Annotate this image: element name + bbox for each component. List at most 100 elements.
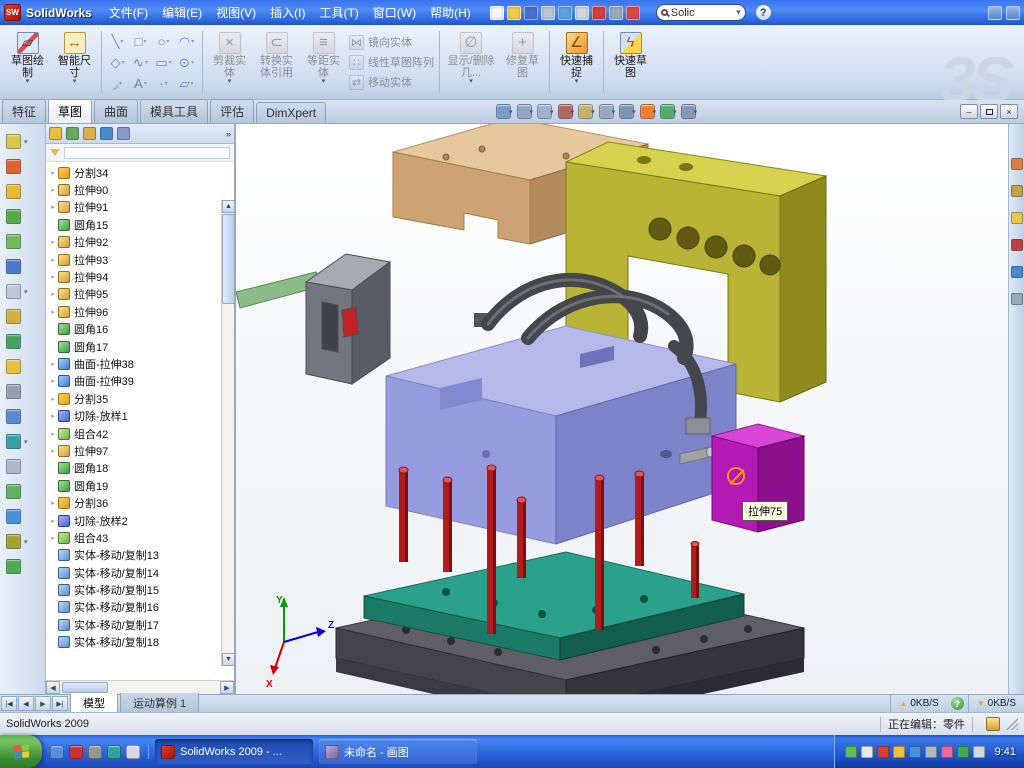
expand-arrow-icon[interactable]: ▸ [48, 534, 58, 542]
slot-icon[interactable]: ▭▾ [152, 52, 175, 73]
configurationmanager-tab-icon[interactable] [83, 127, 96, 140]
restore-icon[interactable] [980, 104, 998, 119]
line-icon[interactable]: ╲▾ [106, 31, 129, 52]
expand-arrow-icon[interactable]: ▸ [48, 273, 58, 281]
tree-item[interactable]: ▸ 拉伸90 [48, 181, 220, 198]
first-tab-icon[interactable]: |◀ [1, 696, 17, 711]
left-toolbar-icon-1[interactable]: ▾ [0, 129, 45, 154]
tree-item[interactable]: ▸ 圆角17 [48, 338, 220, 355]
search-icon[interactable] [1011, 239, 1023, 251]
rebuild-icon[interactable] [592, 6, 606, 20]
scroll-down-icon[interactable]: ▼ [222, 653, 234, 666]
expand-arrow-icon[interactable]: ▸ [48, 412, 58, 420]
left-toolbar-icon-7[interactable]: ▾ [0, 279, 45, 304]
menu-item[interactable]: 文件(F) [102, 1, 155, 24]
expand-arrow-icon[interactable]: ▸ [48, 360, 58, 368]
left-toolbar-icon-8[interactable]: ▾ [0, 304, 45, 329]
tree-item[interactable]: ▸ 实体-移动/复制17 [48, 616, 220, 633]
featuremanager-tab-icon[interactable] [49, 127, 62, 140]
tree-horizontal-scrollbar[interactable]: ◀ ▶ [46, 680, 234, 694]
tree-item[interactable]: ▸ 圆角16 [48, 321, 220, 338]
file-explorer-icon[interactable] [1011, 212, 1023, 224]
repair-sketch-button[interactable]: + 修复草图 [499, 29, 546, 82]
left-toolbar-icon-4[interactable]: ▾ [0, 204, 45, 229]
tree-item[interactable]: ▸ 曲面-拉伸39 [48, 373, 220, 390]
home-icon[interactable] [1011, 158, 1023, 170]
tree-item[interactable]: ▸ 拉伸94 [48, 268, 220, 285]
expand-arrow-icon[interactable]: ▸ [48, 377, 58, 385]
tab-mold-tools[interactable]: 模具工具 [140, 99, 208, 123]
tray-icon-8[interactable] [957, 746, 969, 758]
text-icon[interactable]: A▾ [129, 73, 152, 94]
convert-entities-button[interactable]: ⊂ 转换实体引用 [253, 29, 300, 82]
menu-item[interactable]: 插入(I) [263, 1, 312, 24]
left-toolbar-icon-5[interactable]: ▾ [0, 229, 45, 254]
expand-arrow-icon[interactable]: ▸ [48, 238, 58, 246]
open-icon[interactable] [507, 6, 521, 20]
expand-arrow-icon[interactable]: ▸ [48, 203, 58, 211]
spline-icon[interactable]: ∿▾ [129, 52, 152, 73]
quick-launch-icon-1[interactable] [50, 745, 64, 759]
expand-arrow-icon[interactable]: ▸ [48, 308, 58, 316]
zoom-area-icon[interactable]: ▾ [517, 104, 534, 119]
left-toolbar-icon-11[interactable]: ▾ [0, 379, 45, 404]
tree-item[interactable]: ▸ 拉伸93 [48, 251, 220, 268]
tab-sketch[interactable]: 草图 [48, 99, 92, 123]
left-toolbar-icon-12[interactable]: ▾ [0, 404, 45, 429]
filter-input[interactable] [64, 147, 230, 159]
linear-sketch-pattern-button[interactable]: ∷ 线性草图阵列 [349, 52, 434, 72]
section-view-icon[interactable]: ▾ [558, 104, 575, 119]
undo-icon[interactable] [558, 6, 572, 20]
graphics-viewport[interactable]: Y Z X 拉伸75 [236, 124, 1008, 694]
clamp-part[interactable] [306, 254, 390, 384]
offset-entities-button[interactable]: ≡ 等距实体 ▾ [300, 29, 347, 88]
appearance-icon[interactable] [626, 6, 640, 20]
left-toolbar-icon-18[interactable]: ▾ [0, 554, 45, 579]
expand-arrow-icon[interactable]: ▸ [48, 395, 58, 403]
left-toolbar-icon-9[interactable]: ▾ [0, 329, 45, 354]
tree-item[interactable]: ▸ 分割35 [48, 390, 220, 407]
expand-arrow-icon[interactable]: ▸ [48, 517, 58, 525]
sketch-fillet-icon[interactable]: ◞▾ [106, 73, 129, 94]
expand-arrow-icon[interactable]: ▸ [48, 290, 58, 298]
search-input[interactable]: Solic [671, 7, 736, 19]
minimize-icon[interactable]: – [960, 104, 978, 119]
tree-item[interactable]: ▸ 圆角19 [48, 477, 220, 494]
titlebar-extra-icon-1[interactable] [988, 6, 1002, 20]
tree-item[interactable]: ▸ 圆角18 [48, 460, 220, 477]
tray-icon-3[interactable] [877, 746, 889, 758]
tree-item[interactable]: ▸ 圆角15 [48, 216, 220, 233]
scroll-left-icon[interactable]: ◀ [46, 681, 60, 694]
tree-vertical-scrollbar[interactable]: ▲ ▼ [221, 200, 234, 666]
left-toolbar-icon-10[interactable]: ▾ [0, 354, 45, 379]
menu-item[interactable]: 窗口(W) [366, 1, 423, 24]
menu-item[interactable]: 帮助(H) [423, 1, 478, 24]
apply-scene-icon[interactable]: ▾ [660, 104, 677, 119]
titlebar-extra-icon-2[interactable] [1006, 6, 1020, 20]
centerpoint-arc-icon[interactable]: ◠▾ [175, 31, 198, 52]
tree-item[interactable]: ▸ 实体-移动/复制13 [48, 547, 220, 564]
tray-icon-2[interactable] [861, 746, 873, 758]
scroll-right-icon[interactable]: ▶ [220, 681, 234, 694]
expand-arrow-icon[interactable]: ▸ [48, 430, 58, 438]
solidworks-app-icon[interactable]: SW [4, 4, 21, 21]
tree-item[interactable]: ▸ 组合43 [48, 529, 220, 546]
point-icon[interactable]: ·▾ [152, 73, 175, 94]
left-toolbar-icon-13[interactable]: ▾ [0, 429, 45, 454]
prev-tab-icon[interactable]: ◀ [18, 696, 34, 711]
appearances-icon[interactable] [1011, 266, 1023, 278]
trim-entities-button[interactable]: × 剪裁实体 ▾ [206, 29, 253, 88]
left-toolbar-icon-2[interactable]: ▾ [0, 154, 45, 179]
tree-item[interactable]: ▸ 实体-移动/复制16 [48, 599, 220, 616]
tree-item[interactable]: ▸ 组合42 [48, 425, 220, 442]
menu-item[interactable]: 视图(V) [209, 1, 263, 24]
help-icon[interactable]: ? [756, 5, 771, 20]
display-delete-relations-button[interactable]: ∅ 显示/删除几... ▾ [443, 29, 499, 88]
scroll-up-icon[interactable]: ▲ [222, 200, 234, 213]
status-tool-icon[interactable] [986, 717, 1000, 731]
left-toolbar-icon-6[interactable]: ▾ [0, 254, 45, 279]
expand-arrow-icon[interactable]: ▸ [48, 499, 58, 507]
tray-icon-7[interactable] [941, 746, 953, 758]
menu-item[interactable]: 工具(T) [312, 1, 365, 24]
tab-features[interactable]: 特征 [2, 99, 46, 123]
